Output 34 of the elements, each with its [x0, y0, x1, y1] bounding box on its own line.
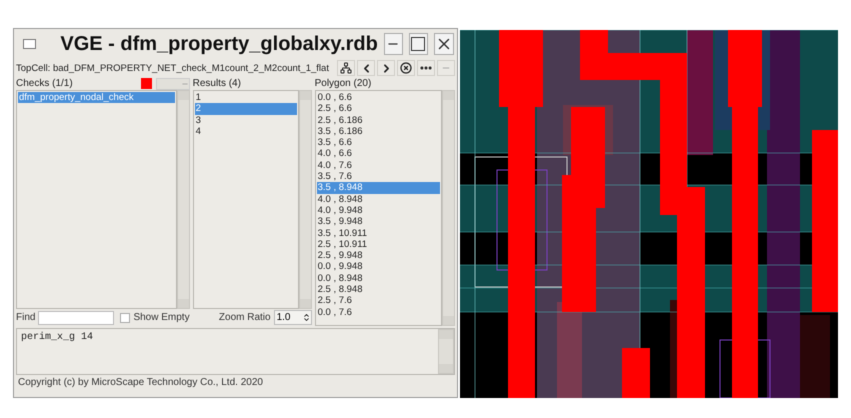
topcell-label: TopCell: bad_DFM_PROPERTY_NET_check_M1count_2_M2count_1_flat: [16, 62, 330, 74]
list-item[interactable]: 3.5 , 6.6: [316, 137, 440, 148]
list-item[interactable]: 0.0 , 8.948: [316, 272, 440, 284]
list-header: Checks (1/1): [16, 78, 74, 89]
list-item[interactable]: 4.0 , 6.6: [316, 148, 440, 160]
list-item[interactable]: 2.5 , 6.186: [316, 114, 440, 126]
find-label: Find: [16, 312, 36, 323]
list-header: Results (4): [192, 78, 242, 89]
list-item[interactable]: 4.0 , 9.948: [316, 204, 440, 216]
list-item[interactable]: 0.0 , 9.948: [316, 261, 440, 273]
zoom-ratio-field[interactable]: 1.0: [274, 310, 312, 325]
list-item[interactable]: 2.5 , 7.6: [316, 295, 440, 307]
details-text: perim_x_g 14: [20, 330, 94, 345]
list-item[interactable]: 4.0 , 7.6: [316, 160, 440, 172]
list-item[interactable]: 3.5 , 9.948: [316, 216, 440, 228]
list-item[interactable]: 2.5 , 10.911: [316, 238, 440, 250]
list-item[interactable]: 1: [194, 92, 297, 104]
list-item[interactable]: 4.0 , 8.948: [316, 194, 440, 205]
list-item[interactable]: 4: [194, 126, 297, 138]
list-item[interactable]: 2.5 , 6.6: [316, 103, 440, 115]
list-header: Polygon (20): [314, 78, 372, 89]
list-box[interactable]: 1 2 3 4: [192, 90, 299, 309]
list-item[interactable]: 3.5 , 7.6: [316, 171, 440, 182]
list-item[interactable]: 0.0 , 6.6: [316, 92, 440, 104]
list-item[interactable]: 3.5 , 6.186: [316, 126, 440, 138]
list-item[interactable]: 0.0 , 7.6: [316, 306, 440, 318]
list-item[interactable]: 2.5 , 8.948: [316, 284, 440, 296]
checkbox-label: Show Empty: [133, 312, 190, 323]
list-item[interactable]: 3.5 , 10.911: [316, 228, 440, 239]
window-title: VGE - dfm_property_globalxy.rdb: [60, 32, 378, 56]
copyright-text: Copyright (c) by MicroScape Technology Co., Ltd. 2020: [17, 376, 264, 390]
list-item[interactable]: 2.5 , 9.948: [316, 250, 440, 262]
list-item[interactable]: 3: [194, 114, 297, 126]
zoom-ratio-label: Zoom Ratio: [218, 312, 271, 323]
